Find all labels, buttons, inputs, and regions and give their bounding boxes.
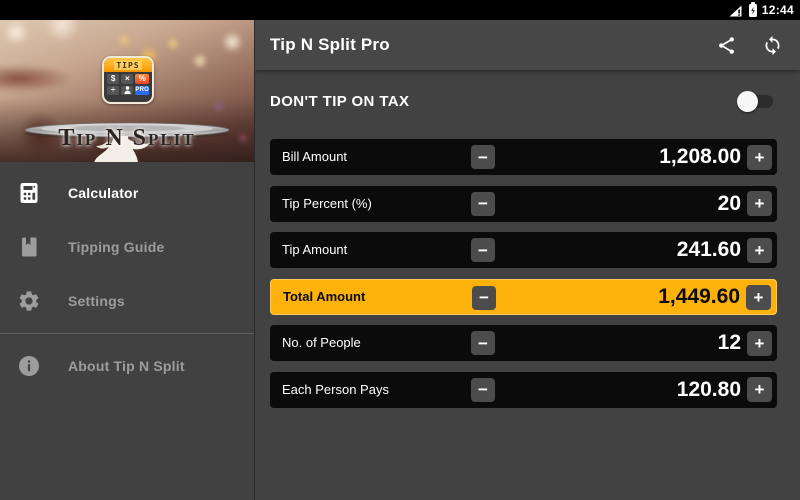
people-count-increment-button[interactable]: + <box>747 331 772 356</box>
app-bar: Tip N Split Pro <box>255 20 800 70</box>
each-person-pays-value[interactable]: 120.80 <box>677 372 741 408</box>
each-person-pays-row: Each Person Pays − 120.80 + <box>270 372 777 408</box>
share-icon[interactable] <box>714 33 738 57</box>
status-bar: 12:44 <box>0 0 800 20</box>
menu-label-about: About Tip N Split <box>68 358 185 374</box>
tip-percent-value[interactable]: 20 <box>718 186 741 222</box>
total-amount-decrement-button[interactable]: − <box>472 286 496 310</box>
people-count-row: No. of People − 12 + <box>270 325 777 361</box>
bill-amount-value[interactable]: 1,208.00 <box>659 139 741 175</box>
tip-percent-increment-button[interactable]: + <box>747 191 772 216</box>
menu-label-calculator: Calculator <box>68 185 138 201</box>
info-icon <box>17 354 41 378</box>
people-count-value[interactable]: 12 <box>718 325 741 361</box>
logo-key-percent: % <box>135 74 149 84</box>
drawer-menu: Calculator Tipping Guide Settings <box>0 162 254 393</box>
logo-key-divide: ÷ <box>107 86 119 96</box>
status-clock: 12:44 <box>762 3 794 17</box>
menu-item-about[interactable]: About Tip N Split <box>0 339 254 393</box>
tip-amount-value[interactable]: 241.60 <box>677 232 741 268</box>
book-icon <box>17 235 41 259</box>
menu-item-calculator[interactable]: Calculator <box>0 166 254 220</box>
total-amount-value[interactable]: 1,449.60 <box>658 280 740 314</box>
toggle-thumb <box>737 91 758 112</box>
total-amount-label: Total Amount <box>283 280 365 314</box>
tip-amount-label: Tip Amount <box>282 232 347 268</box>
drawer-app-title: Tip N Split <box>0 126 254 150</box>
dont-tip-on-tax-label: DON'T TIP ON TAX <box>270 93 409 110</box>
logo-key-person <box>121 86 133 96</box>
logo-key-multiply: × <box>121 74 133 84</box>
main-content: Tip N Split Pro DON'T <box>255 20 800 500</box>
tip-percent-label: Tip Percent (%) <box>282 186 372 222</box>
tip-amount-increment-button[interactable]: + <box>747 238 772 263</box>
menu-item-tipping-guide[interactable]: Tipping Guide <box>0 220 254 274</box>
bill-amount-row: Bill Amount − 1,208.00 + <box>270 139 777 175</box>
page-title: Tip N Split Pro <box>270 35 714 55</box>
each-person-pays-label: Each Person Pays <box>282 372 389 408</box>
menu-item-settings[interactable]: Settings <box>0 274 254 328</box>
each-person-pays-decrement-button[interactable]: − <box>471 378 495 402</box>
menu-label-settings: Settings <box>68 293 125 309</box>
calculator-rows: Bill Amount − 1,208.00 + Tip Percent (%)… <box>255 139 800 408</box>
tip-amount-row: Tip Amount − 241.60 + <box>270 232 777 268</box>
total-amount-row: Total Amount − 1,449.60 + <box>270 279 777 315</box>
people-count-label: No. of People <box>282 325 361 361</box>
bill-amount-label: Bill Amount <box>282 139 347 175</box>
logo-key-dollar: $ <box>107 74 119 84</box>
total-amount-increment-button[interactable]: + <box>746 285 771 310</box>
calculator-icon <box>17 181 41 205</box>
gear-icon <box>17 289 41 313</box>
menu-label-tipping-guide: Tipping Guide <box>68 239 164 255</box>
people-count-decrement-button[interactable]: − <box>471 331 495 355</box>
dont-tip-on-tax-row: DON'T TIP ON TAX <box>270 80 773 122</box>
bill-amount-increment-button[interactable]: + <box>747 145 772 170</box>
tax-toggle-switch[interactable] <box>741 94 773 109</box>
logo-display-text: TIPS <box>114 61 141 70</box>
bill-amount-decrement-button[interactable]: − <box>471 145 495 169</box>
sync-icon[interactable] <box>760 33 784 57</box>
each-person-pays-increment-button[interactable]: + <box>747 377 772 402</box>
navigation-drawer: TIPS $ × % ÷ PRO Tip N Split <box>0 20 255 500</box>
tip-percent-decrement-button[interactable]: − <box>471 192 495 216</box>
battery-icon <box>749 4 757 17</box>
logo-pro-badge: PRO <box>135 86 149 96</box>
menu-divider <box>0 333 254 334</box>
signal-icon <box>729 4 742 16</box>
tip-amount-decrement-button[interactable]: − <box>471 238 495 262</box>
tip-percent-row: Tip Percent (%) − 20 + <box>270 186 777 222</box>
drawer-header-image: TIPS $ × % ÷ PRO Tip N Split <box>0 20 254 162</box>
app-screen: 12:44 TIPS $ × % ÷ PRO Tip N Split <box>0 0 800 500</box>
app-logo-icon: TIPS $ × % ÷ PRO <box>102 56 154 104</box>
